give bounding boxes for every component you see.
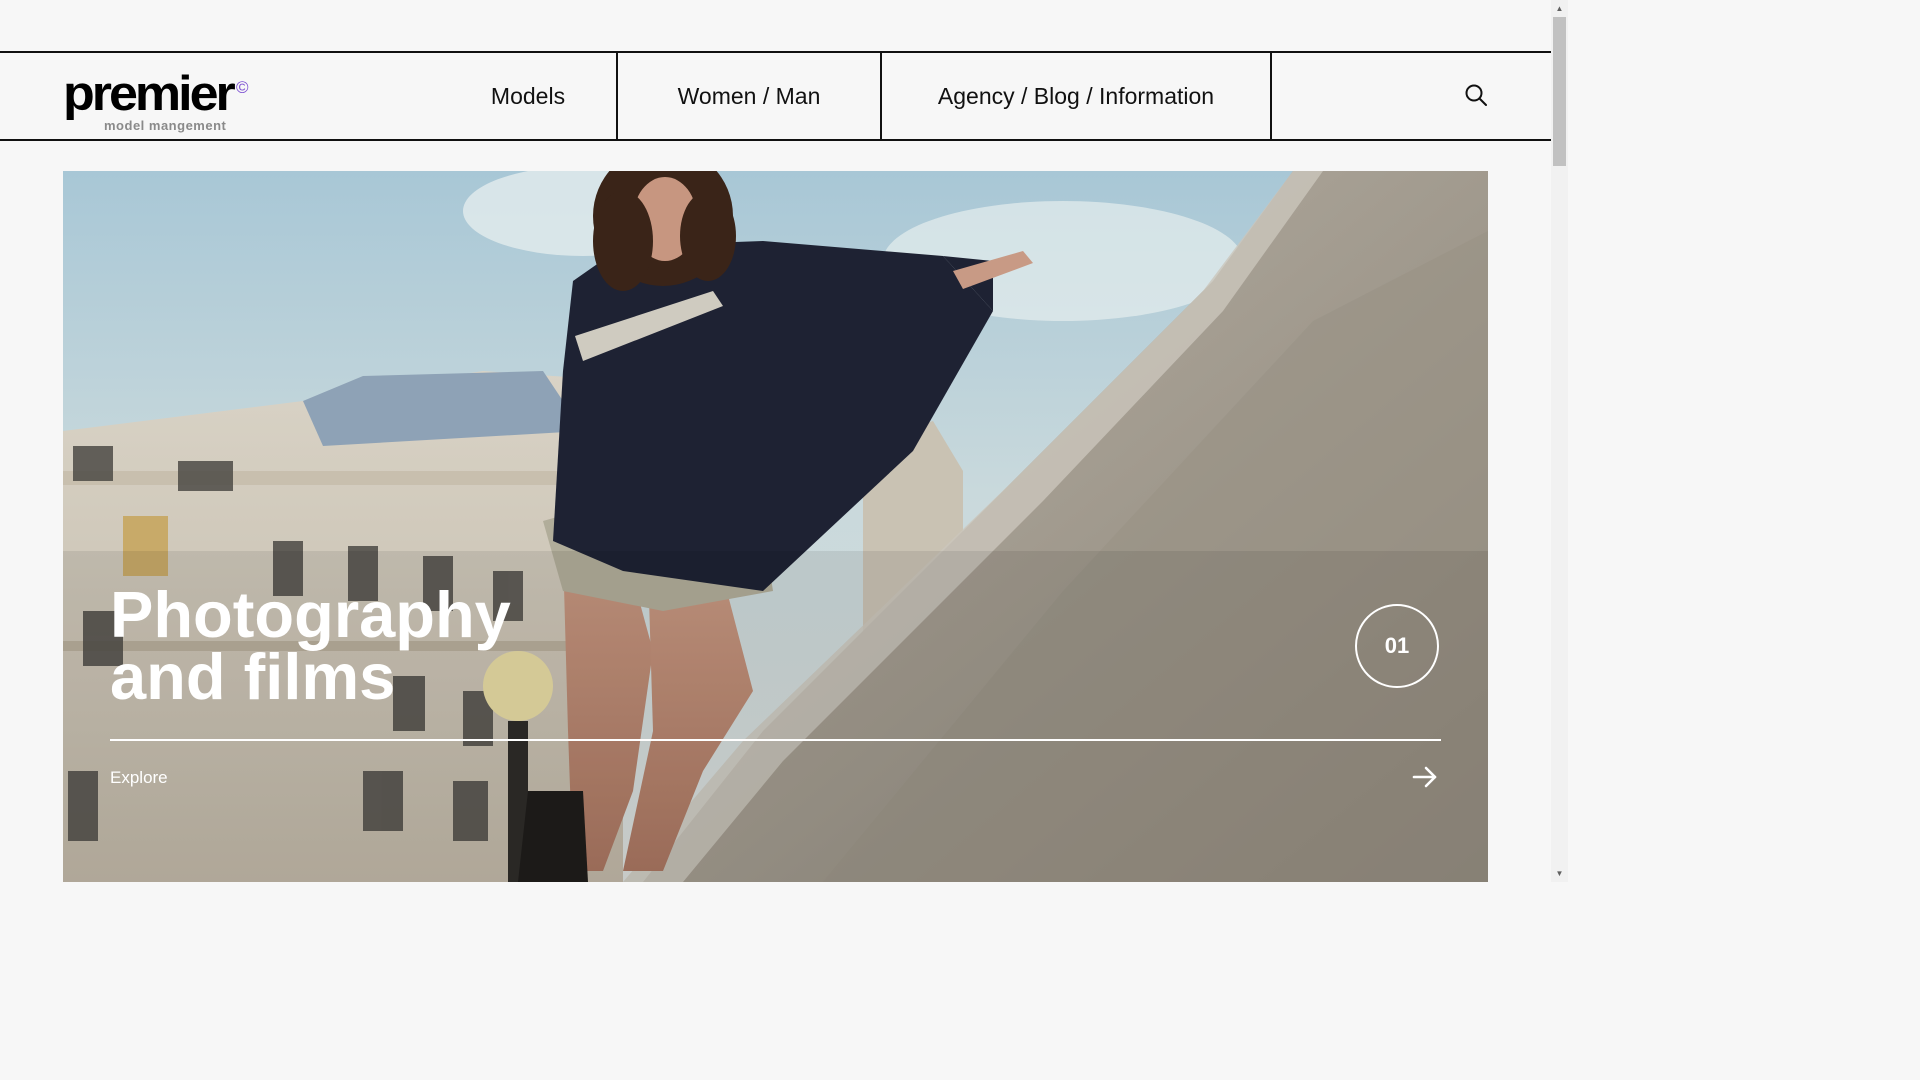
nav-item-women-man[interactable]: Women / Man xyxy=(616,53,880,139)
scroll-down-icon[interactable]: ▼ xyxy=(1551,865,1568,882)
search-button[interactable] xyxy=(1270,53,1551,139)
top-spacer xyxy=(0,0,1551,51)
brand-logo[interactable]: premier © model mangement xyxy=(0,53,440,139)
slide-counter: 01 xyxy=(1355,604,1439,688)
brand-tagline: model mangement xyxy=(104,118,227,133)
page: premier © model mangement Models Women /… xyxy=(0,0,1568,882)
hero-image xyxy=(63,171,1488,882)
nav-item-agency-blog-information[interactable]: Agency / Blog / Information xyxy=(880,53,1270,139)
search-icon xyxy=(1465,84,1487,106)
brand-name: premier xyxy=(63,66,236,122)
arrow-right-icon[interactable] xyxy=(1412,765,1438,789)
explore-link[interactable]: Explore xyxy=(110,768,168,788)
vertical-scrollbar[interactable]: ▲ ▼ xyxy=(1551,0,1568,882)
copyright-mark: © xyxy=(236,78,249,97)
nav-item-models[interactable]: Models xyxy=(440,53,616,139)
scroll-up-icon[interactable]: ▲ xyxy=(1551,0,1568,17)
hero-slide[interactable]: Photography and films 01 Explore xyxy=(63,171,1488,882)
hero-divider xyxy=(110,739,1441,741)
slide-number: 01 xyxy=(1384,633,1410,658)
site-header: premier © model mangement Models Women /… xyxy=(0,51,1551,141)
scrollbar-thumb[interactable] xyxy=(1553,17,1566,166)
hero-title: Photography and films xyxy=(110,578,511,713)
